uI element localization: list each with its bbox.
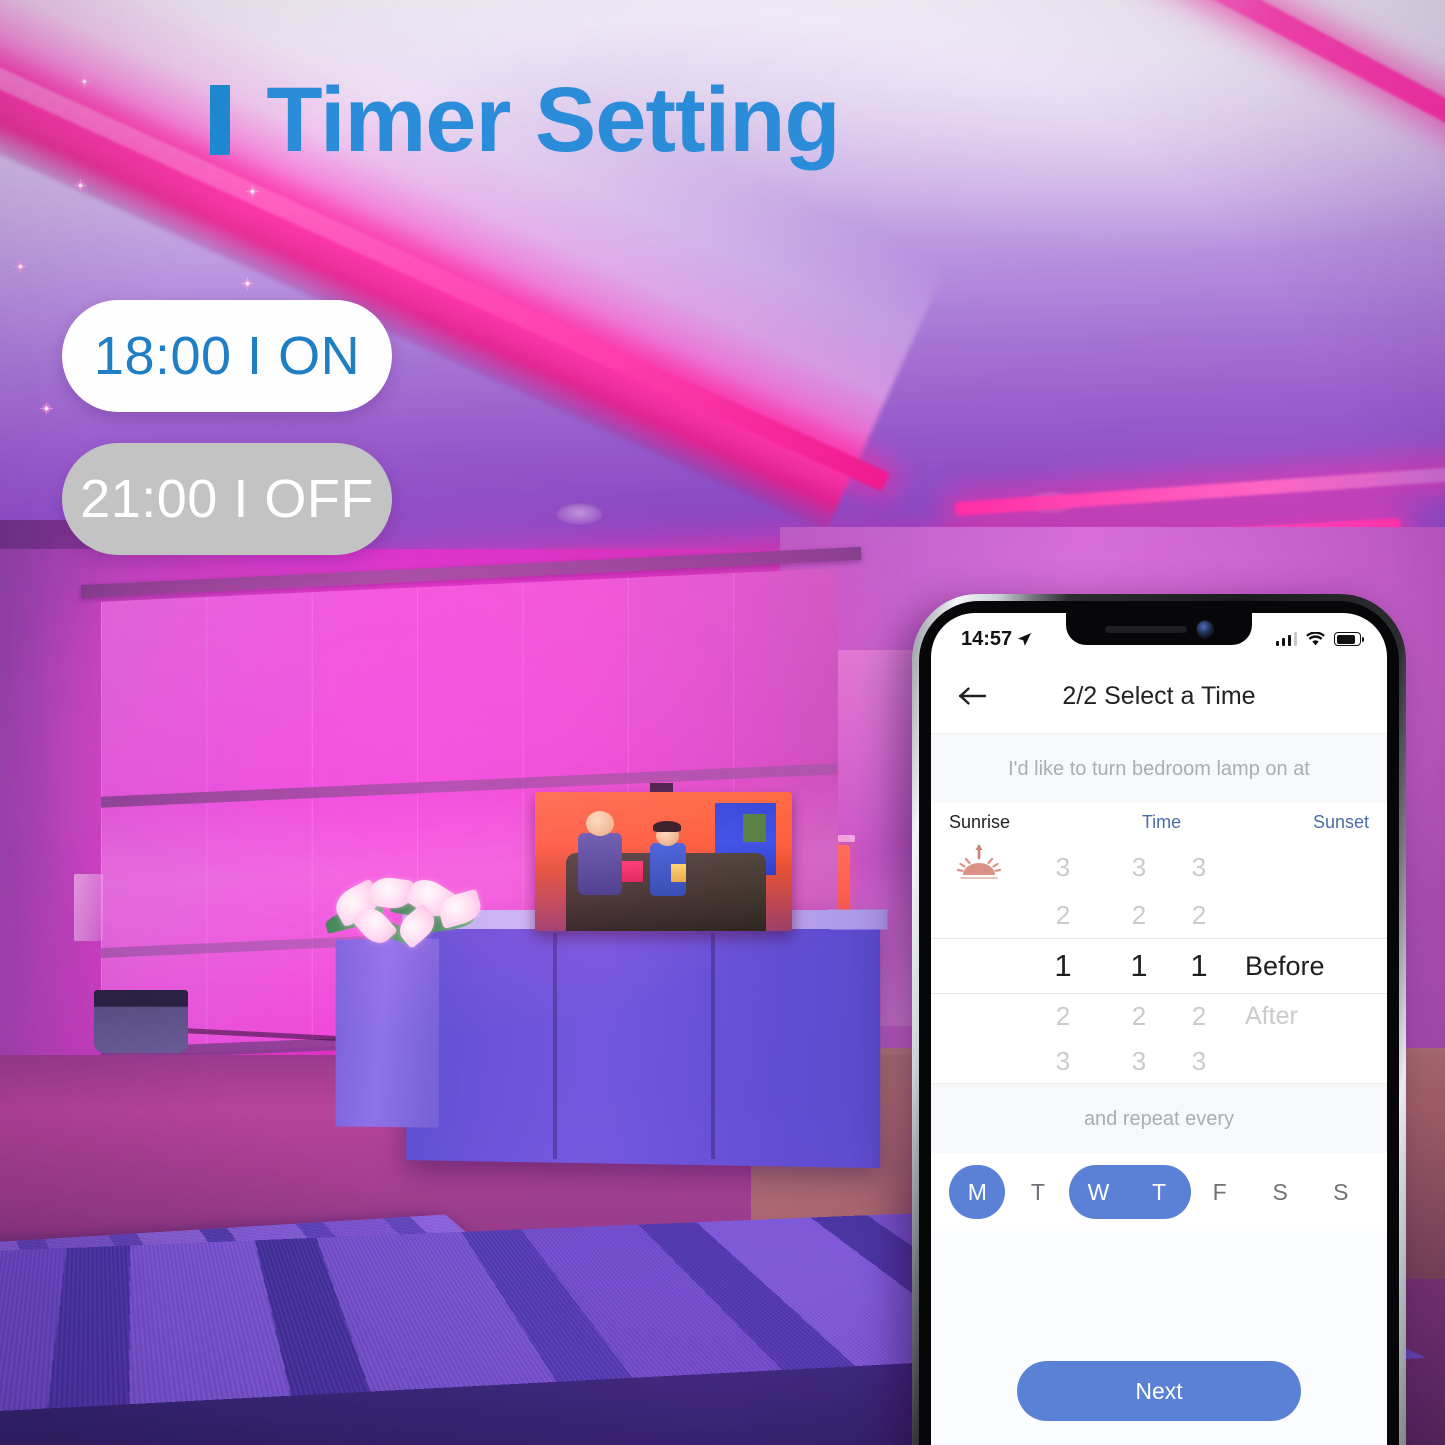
picker-offset-after[interactable]: After [1225,1002,1385,1031]
day-wednesday[interactable]: W [1068,1165,1129,1219]
day-of-week-selector[interactable]: M T W T F S S [931,1153,1387,1231]
action-summary-text: I'd like to turn bedroom lamp on at [1008,757,1310,780]
schedule-pill-on: 18:00 I ON [62,300,392,412]
picker-hour-cell: 1 [1054,948,1072,983]
day-monday[interactable]: M [947,1165,1008,1219]
vertical-bar-icon [210,84,231,155]
tv-scene-character-hair [652,820,682,833]
status-bar-right [1275,631,1364,647]
lily-bouquet [318,845,491,961]
picker-second-cell: 3 [1191,851,1207,882]
phone-notch [1066,613,1252,645]
cellular-bars-icon [1275,632,1297,646]
picker-hour-cell: 2 [1055,900,1071,930]
picker-mode-tabs: Sunrise Time Sunset [931,803,1387,841]
next-button[interactable]: Next [1017,1361,1301,1421]
promo-image: Timer Setting 18:00 I ON 21:00 I OFF 14:… [0,0,1445,1445]
repeat-label: and repeat every [1083,1107,1235,1130]
schedule-pill-on-label: 18:00 I ON [93,326,361,386]
light-sparkle [73,179,87,193]
day-thursday[interactable]: T [1129,1165,1190,1219]
tab-sunset[interactable]: Sunset [1313,812,1369,833]
picker-hour-cell: 2 [1055,1001,1071,1031]
picker-second-cell: 3 [1191,1046,1207,1076]
cabinet-seam [710,933,715,1159]
television [534,791,792,931]
schedule-pill-off-label: 21:00 I OFF [80,469,374,529]
back-button[interactable] [953,676,993,716]
location-arrow-icon [1018,632,1032,646]
day-saturday[interactable]: S [1250,1165,1311,1219]
picker-row[interactable]: 3 3 3 [931,1039,1387,1084]
day-sunday[interactable]: S [1310,1165,1371,1219]
tab-time[interactable]: Time [1010,812,1313,833]
ceiling-downlight [556,502,603,525]
status-bar-clock: 14:57 [961,627,1013,650]
picker-row[interactable]: 2 2 2 After [931,994,1387,1039]
picker-row[interactable]: 2 2 2 [931,893,1387,938]
back-arrow-icon [958,687,987,705]
wifi-icon [1306,631,1325,645]
phone-mockup: 14:57 2/2 Select a Time I'd like to turn… [912,594,1406,1445]
headline: Timer Setting [0,62,1050,177]
light-sparkle [245,184,259,198]
floor-stool [93,989,188,1054]
schedule-pill-off: 21:00 I OFF [62,443,392,555]
action-summary-band: I'd like to turn bedroom lamp on at [931,733,1387,805]
picker-hour-cell: 3 [1055,851,1071,882]
day-tuesday[interactable]: T [1008,1165,1069,1219]
picker-minute-cell: 2 [1131,900,1147,930]
light-sparkle [40,401,54,415]
picker-row-selected[interactable]: 1 1 1 Before [931,938,1387,994]
speaker-grille-icon [1105,625,1187,633]
flower-planter [335,938,440,1128]
front-camera-icon [1197,621,1213,637]
screen-title: 2/2 Select a Time [1062,681,1256,710]
picker-wheels[interactable]: 3 3 3 2 2 2 1 1 1 Before 2 2 2 After 3 3… [931,841,1387,1083]
picker-second-cell: 2 [1191,900,1207,930]
tv-scene-window-pane [742,814,767,842]
light-sparkle [241,277,255,291]
phone-screen: 14:57 2/2 Select a Time I'd like to turn… [931,613,1387,1445]
cabinet-seam [553,933,558,1159]
page-title: Timer Setting [266,68,840,171]
app-header: 2/2 Select a Time [931,659,1387,733]
picker-second-cell: 1 [1190,948,1208,983]
time-picker[interactable]: Sunrise Time Sunset 3 3 3 2 2 2 1 1 1 Be… [931,803,1387,1083]
status-bar-left: 14:57 [961,628,1032,651]
picker-minute-cell: 1 [1130,948,1148,983]
battery-icon [1334,632,1364,646]
wall-switch [73,874,103,941]
picker-minute-cell: 3 [1131,851,1147,882]
light-sparkle [14,260,28,274]
picker-hour-cell: 3 [1055,1046,1071,1076]
tv-scene-popcorn-box [622,861,643,883]
picker-row[interactable]: 3 3 3 [931,841,1387,893]
tv-scene-character-body [578,833,623,895]
picker-minute-cell: 3 [1131,1046,1147,1076]
picker-minute-cell: 2 [1131,1001,1147,1031]
tab-sunrise[interactable]: Sunrise [949,812,1010,833]
repeat-band: and repeat every [931,1083,1387,1155]
day-friday[interactable]: F [1189,1165,1250,1219]
picker-second-cell: 2 [1191,1001,1207,1031]
picker-offset-before[interactable]: Before [1225,951,1385,982]
tv-scene-popcorn-box [670,863,687,883]
